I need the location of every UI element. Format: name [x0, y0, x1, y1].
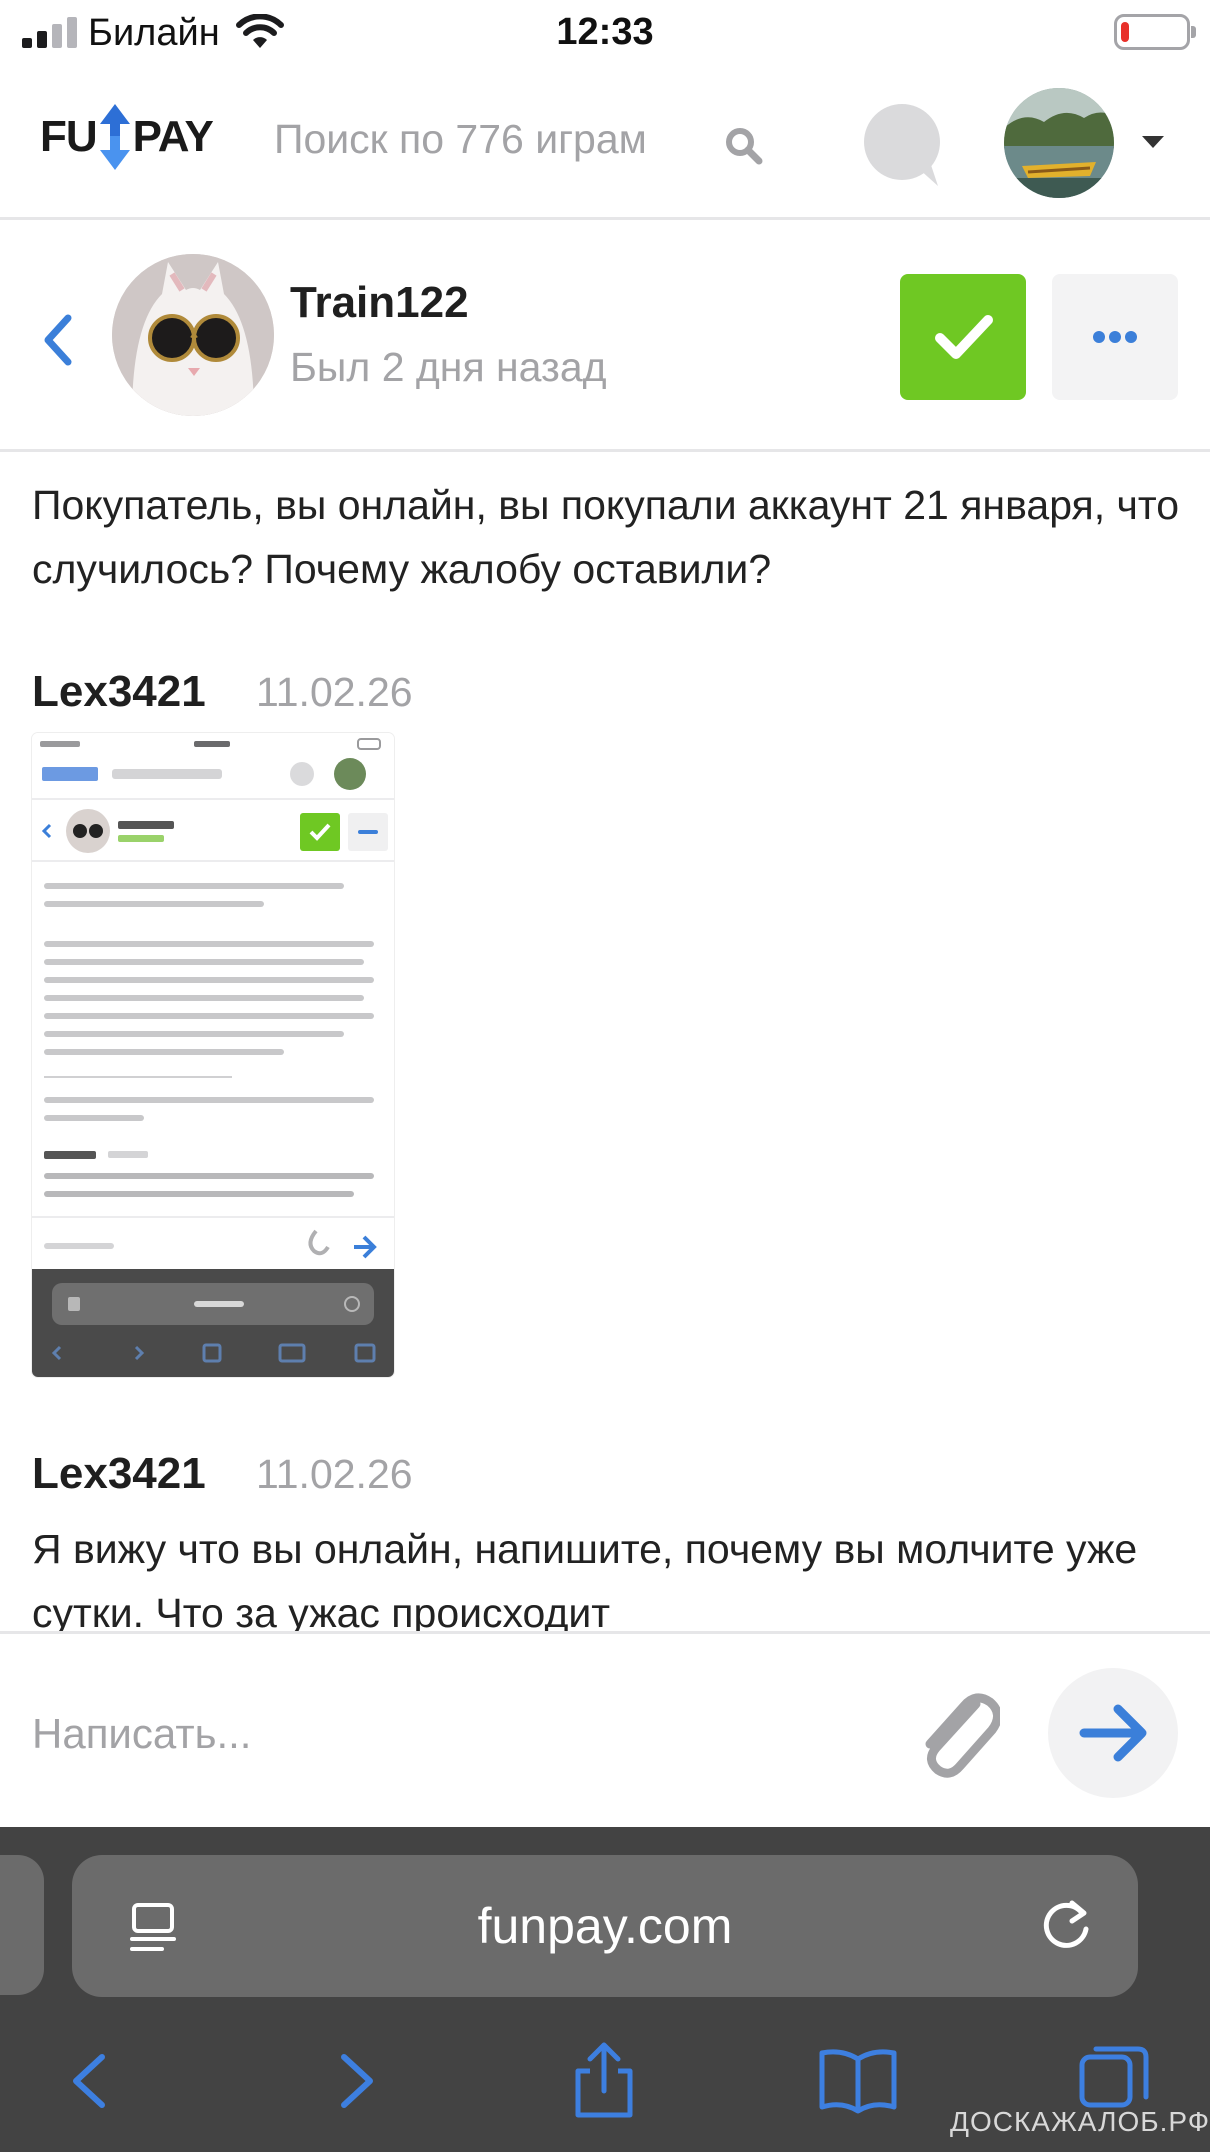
clock: 12:33: [556, 11, 654, 53]
message-date: 11.02.26: [256, 1451, 413, 1497]
message-text: Покупатель, вы онлайн, вы покупали аккау…: [32, 482, 1179, 592]
battery-icon: [1114, 14, 1196, 50]
search-input[interactable]: Поиск по 776 играм: [274, 110, 774, 170]
send-button[interactable]: [1048, 1668, 1178, 1798]
forward-icon[interactable]: [314, 2041, 394, 2121]
message-text: Я вижу что вы онлайн, напишите, почему в…: [32, 1526, 1138, 1631]
message-list[interactable]: Покупатель, вы онлайн, вы покупали аккау…: [0, 455, 1210, 1631]
message-author[interactable]: Lex3421: [32, 667, 206, 717]
logo-text-left: FU: [40, 112, 98, 161]
contact-name[interactable]: Train122: [290, 278, 469, 328]
share-icon[interactable]: [564, 2041, 644, 2121]
avatar-lake-image: [1004, 88, 1114, 198]
paperclip-icon[interactable]: [910, 1686, 1000, 1786]
confirm-order-button[interactable]: [900, 274, 1026, 400]
message-composer: Написать...: [0, 1631, 1210, 1827]
url-text: funpay.com: [477, 1898, 733, 1954]
site-header: FU PAY Поиск по 776 играм: [0, 66, 1210, 220]
logo-text-right: PAY: [132, 112, 214, 161]
chevron-down-icon[interactable]: [1140, 134, 1166, 150]
arrow-right-icon: [1079, 1704, 1147, 1762]
previous-tab-peek[interactable]: [0, 1855, 44, 1995]
chat-header: Train122 Был 2 дня назад: [0, 222, 1210, 452]
logo-arrows-icon: [99, 104, 130, 170]
message-input[interactable]: Написать...: [32, 1710, 251, 1758]
contact-avatar[interactable]: [112, 254, 274, 416]
contact-status: Был 2 дня назад: [290, 344, 607, 390]
watermark: ДОСКАЖАЛОБ.РФ: [950, 2106, 1210, 2137]
status-bar: Билайн 12:33: [0, 0, 1210, 66]
address-bar[interactable]: funpay.com: [72, 1855, 1138, 1997]
user-avatar[interactable]: [1004, 88, 1114, 198]
bookmarks-icon[interactable]: [818, 2041, 898, 2121]
search-placeholder: Поиск по 776 играм: [274, 116, 647, 162]
chat-bubble-icon[interactable]: [860, 102, 944, 186]
cat-with-sunglasses-image: [112, 254, 274, 416]
back-icon[interactable]: [52, 2041, 132, 2121]
reload-icon[interactable]: [1038, 1897, 1096, 1955]
ellipsis-icon: [1093, 331, 1137, 343]
message-date: 11.02.26: [256, 669, 413, 715]
message-author[interactable]: Lex3421: [32, 1449, 206, 1499]
attached-screenshot-thumbnail: [32, 733, 394, 1377]
funpay-logo[interactable]: FU PAY: [40, 102, 214, 172]
checkmark-icon: [935, 315, 993, 359]
search-icon[interactable]: [722, 124, 766, 168]
message-image-attachment[interactable]: [32, 733, 394, 1377]
back-chevron-icon[interactable]: [38, 312, 78, 368]
browser-toolbar: funpay.com: [0, 1827, 1210, 2152]
more-options-button[interactable]: [1052, 274, 1178, 400]
